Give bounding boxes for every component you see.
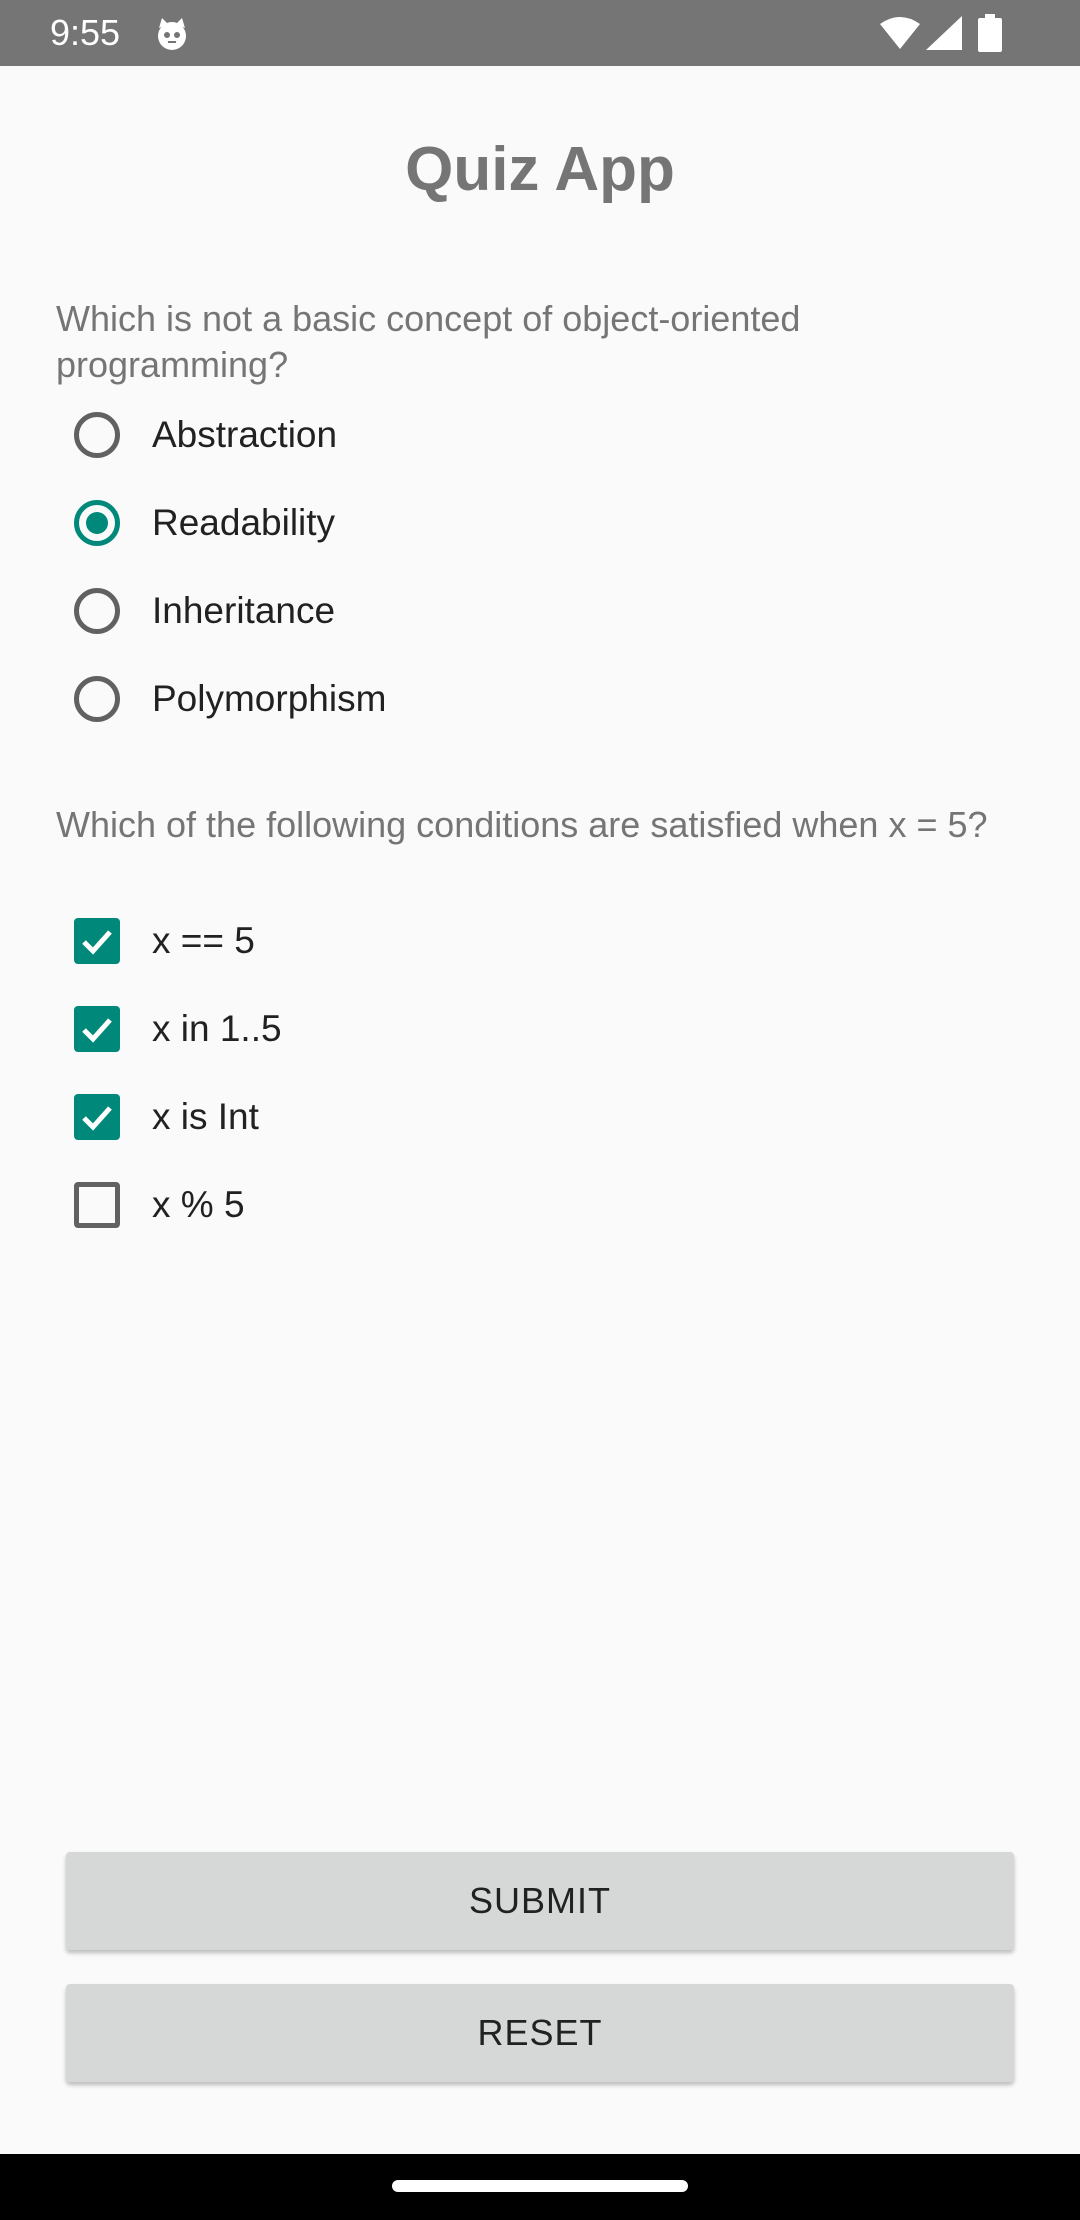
radio-dot: [86, 512, 108, 534]
checkbox[interactable]: [62, 994, 132, 1064]
option-label: Abstraction: [152, 414, 338, 455]
q2-option-modulo-5[interactable]: x % 5: [62, 1166, 962, 1244]
checkbox[interactable]: [62, 906, 132, 976]
checkmark-icon: [82, 930, 112, 955]
navigation-bar: [0, 2154, 1080, 2220]
radio-button[interactable]: [62, 576, 132, 646]
checkmark-icon: [82, 1106, 112, 1131]
checkbox-unchecked-icon: [74, 1182, 120, 1228]
reset-button[interactable]: RESET: [66, 1984, 1014, 2082]
status-bar: 9:55: [0, 0, 1080, 66]
q2-option-in-range[interactable]: x in 1..5: [62, 990, 962, 1068]
question-2-text: Which of the following conditions are sa…: [56, 804, 988, 845]
radio-button[interactable]: [62, 400, 132, 470]
q1-option-inheritance[interactable]: Inheritance: [62, 572, 962, 650]
q1-option-polymorphism[interactable]: Polymorphism: [62, 660, 962, 738]
submit-button[interactable]: SUBMIT: [66, 1852, 1014, 1950]
page-title: Quiz App: [405, 135, 675, 204]
status-time: 9:55: [50, 12, 121, 53]
checkbox-checked-icon: [74, 918, 120, 964]
radio-checked-icon: [74, 500, 120, 546]
q2-option-is-int[interactable]: x is Int: [62, 1078, 962, 1156]
home-gesture-handle[interactable]: [392, 2180, 688, 2192]
battery-icon: [978, 14, 1002, 52]
option-label: x is Int: [152, 1096, 259, 1137]
checkmark-icon: [82, 1018, 112, 1043]
radio-button[interactable]: [62, 664, 132, 734]
radio-button[interactable]: [62, 488, 132, 558]
q1-option-abstraction[interactable]: Abstraction: [62, 396, 962, 474]
radio-unchecked-icon: [74, 412, 120, 458]
option-label: Readability: [152, 502, 336, 543]
option-label: Inheritance: [152, 590, 336, 631]
checkbox[interactable]: [62, 1170, 132, 1240]
cat-face-icon: [158, 18, 186, 50]
radio-unchecked-icon: [74, 588, 120, 634]
checkbox-checked-icon: [74, 1094, 120, 1140]
checkbox[interactable]: [62, 1082, 132, 1152]
option-label: x % 5: [152, 1184, 245, 1225]
option-label: x == 5: [152, 920, 255, 961]
wifi-icon: [880, 17, 920, 49]
q2-option-equals-5[interactable]: x == 5: [62, 902, 962, 980]
radio-unchecked-icon: [74, 676, 120, 722]
checkbox-checked-icon: [74, 1006, 120, 1052]
cellular-signal-icon: [926, 16, 962, 50]
option-label: x in 1..5: [152, 1008, 282, 1049]
question-1-text: Which is not a basic concept of object-o…: [56, 298, 801, 385]
option-label: Polymorphism: [152, 678, 387, 719]
q1-option-readability[interactable]: Readability: [62, 484, 962, 562]
